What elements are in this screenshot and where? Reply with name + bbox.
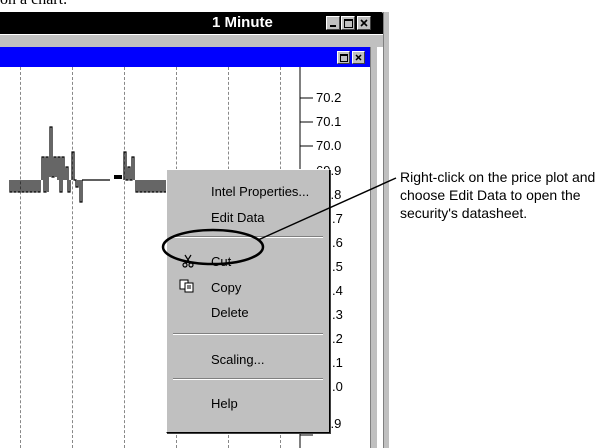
callout-annotation [161, 177, 397, 266]
leader-line [257, 177, 397, 241]
edit-data-highlight [161, 228, 265, 266]
callout-text: Right-click on the price plot and choose… [400, 169, 596, 221]
